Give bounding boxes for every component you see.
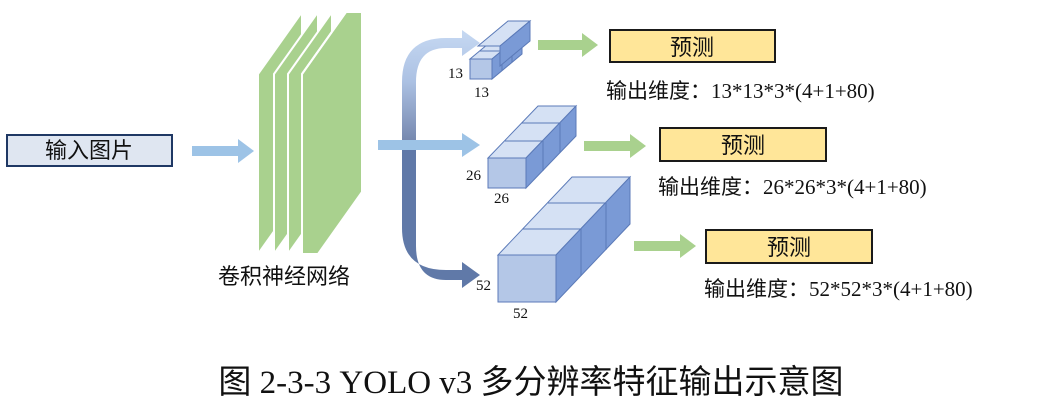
input-arrow bbox=[192, 139, 254, 163]
size-label-26-left: 26 bbox=[466, 168, 482, 184]
predict-label-26: 预测 bbox=[721, 133, 765, 158]
input-label: 输入图片 bbox=[45, 138, 133, 163]
branch-arrow-middle bbox=[378, 133, 480, 157]
predict-label-52: 预测 bbox=[767, 235, 811, 260]
size-label-52-bottom: 52 bbox=[513, 306, 528, 322]
size-label-52-left: 52 bbox=[476, 278, 491, 294]
branch-arrows bbox=[378, 30, 480, 288]
size-label-13-bottom: 13 bbox=[474, 85, 489, 101]
predict-arrow-26 bbox=[584, 134, 646, 158]
size-label-26-bottom: 26 bbox=[494, 191, 510, 207]
cnn-label: 卷积神经网络 bbox=[218, 264, 350, 289]
cube-26 bbox=[486, 104, 578, 190]
figure-caption: 图 2-3-3 YOLO v3 多分辨率特征输出示意图 bbox=[218, 364, 843, 401]
output-dim-13: 输出维度：13*13*3*(4+1+80) bbox=[606, 79, 875, 103]
predict-arrow-13 bbox=[538, 33, 598, 57]
yolo-diagram: 输入图片 卷积神经网络 13 13 26 26 52 52 预测 预测 预测 输… bbox=[6, 8, 973, 401]
branch-arrow-top bbox=[402, 30, 480, 144]
cube-52 bbox=[496, 175, 632, 304]
output-dim-52: 输出维度：52*52*3*(4+1+80) bbox=[704, 277, 973, 301]
cnn-block bbox=[257, 8, 363, 258]
predict-label-13: 预测 bbox=[670, 35, 714, 60]
size-label-13-left: 13 bbox=[448, 66, 463, 82]
predict-arrow-52 bbox=[634, 234, 696, 258]
output-dim-26: 输出维度：26*26*3*(4+1+80) bbox=[658, 175, 927, 199]
